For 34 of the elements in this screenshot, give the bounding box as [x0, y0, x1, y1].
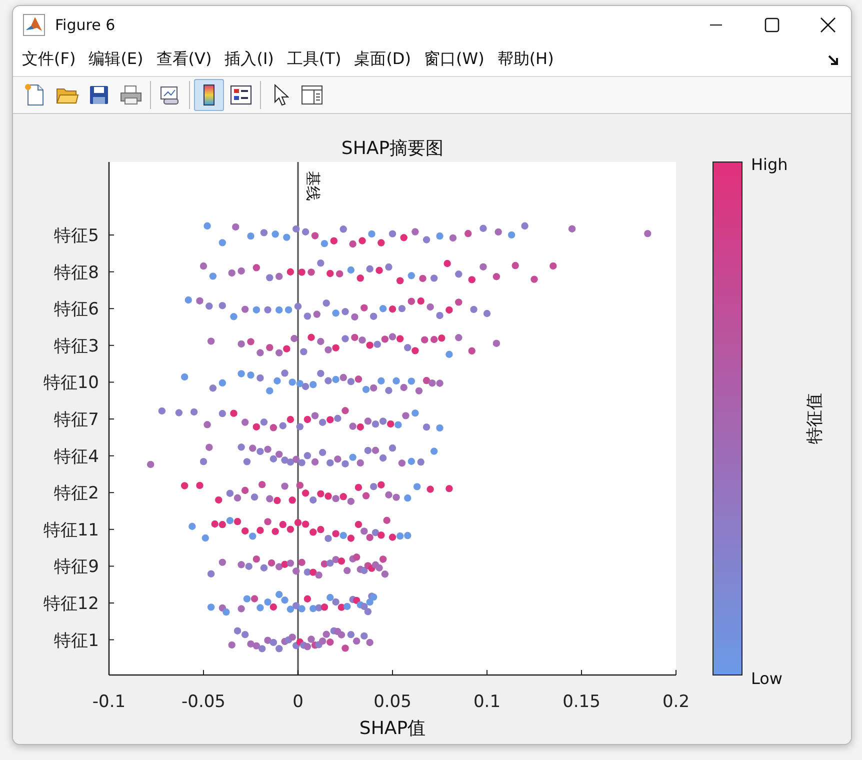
- x-tick-label: -0.05: [182, 692, 226, 712]
- colorbar-low-label: Low: [751, 669, 783, 688]
- y-tick-label: 特征7: [54, 410, 99, 430]
- y-tick-label: 特征8: [54, 262, 99, 283]
- chart-title: SHAP摘要图: [341, 138, 444, 159]
- x-tick-label: 0.05: [374, 692, 412, 712]
- baseline-label: 基线: [304, 171, 322, 201]
- colorbar-high-label: High: [751, 155, 788, 174]
- x-tick-label: 0: [292, 692, 304, 712]
- y-tick-label: 特征5: [54, 226, 99, 246]
- y-tick-label: 特征12: [43, 594, 99, 614]
- x-tick-label: 0.1: [473, 692, 501, 712]
- window-title: Figure 6: [55, 16, 116, 34]
- menu-item[interactable]: 窗口(W): [419, 45, 490, 74]
- x-tick-label: 0.2: [662, 692, 690, 712]
- y-tick-label: 特征10: [43, 373, 99, 394]
- y-tick-label: 特征9: [54, 557, 99, 578]
- y-tick-label: 特征6: [54, 300, 99, 320]
- menu-item[interactable]: 帮助(H): [492, 45, 559, 74]
- menu-item[interactable]: 桌面(D): [349, 45, 416, 74]
- menu-item[interactable]: 工具(T): [282, 45, 346, 74]
- menu-item[interactable]: 编辑(E): [84, 45, 148, 74]
- y-tick-label: 特征2: [54, 484, 99, 504]
- menu-item[interactable]: 插入(I): [220, 45, 279, 74]
- menu-item[interactable]: 文件(F): [17, 45, 81, 74]
- y-tick-label: 特征4: [54, 446, 99, 467]
- y-tick-label: 特征11: [43, 520, 99, 540]
- x-tick-label: -0.1: [92, 692, 126, 712]
- menu-item[interactable]: 查看(V): [151, 45, 217, 74]
- x-axis-label: SHAP值: [359, 718, 426, 739]
- x-tick-label: 0.15: [562, 692, 600, 712]
- colorbar-label: 特征值: [805, 393, 825, 444]
- y-tick-label: 特征3: [54, 336, 99, 356]
- y-tick-label: 特征1: [54, 630, 99, 651]
